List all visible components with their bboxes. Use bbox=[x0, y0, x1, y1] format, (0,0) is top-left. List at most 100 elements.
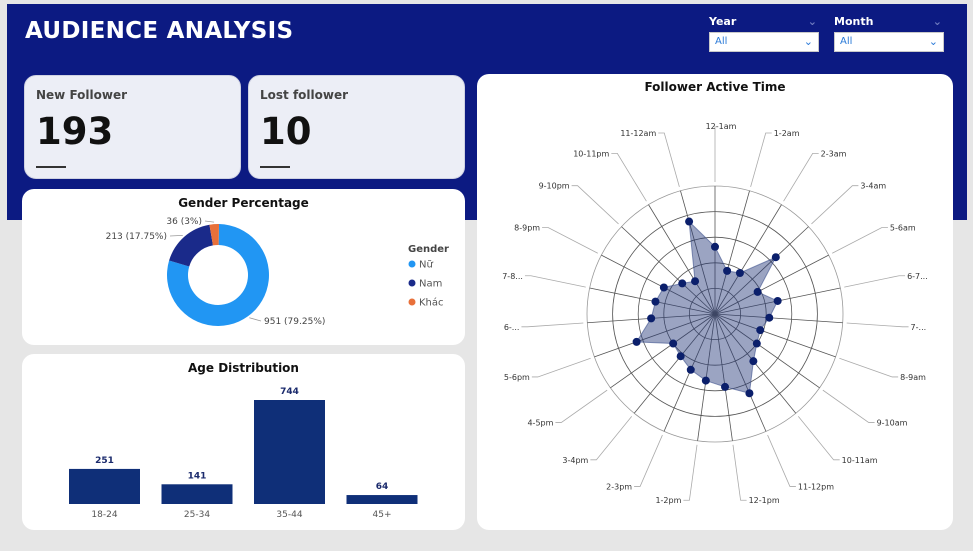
bar-18-24 bbox=[69, 468, 140, 504]
radar-label-leader bbox=[732, 444, 747, 501]
radar-category-label: 10-11am bbox=[842, 456, 878, 465]
year-dropdown[interactable]: All ⌄ bbox=[709, 32, 819, 52]
kpi-underline bbox=[36, 166, 66, 168]
radar-label-leader bbox=[844, 275, 906, 288]
x-tick-label: 35-44 bbox=[276, 510, 302, 520]
legend-marker bbox=[408, 260, 416, 268]
radar-label-leader bbox=[531, 357, 591, 378]
chevron-down-icon[interactable]: ⌄ bbox=[933, 14, 942, 30]
radar-category-label: 11-12pm bbox=[798, 482, 834, 491]
radar-category-label: 2-3am bbox=[821, 149, 847, 158]
new-follower-value: 193 bbox=[36, 110, 114, 153]
radar-category-label: 10-11pm bbox=[573, 149, 609, 158]
year-dropdown-value: All bbox=[715, 36, 728, 47]
data-label: 36 (3%) bbox=[166, 217, 202, 227]
dropdown-arrow-icon[interactable]: ⌄ bbox=[804, 33, 813, 51]
page-title: AUDIENCE ANALYSIS bbox=[25, 18, 294, 44]
radar-category-label: 12-1pm bbox=[749, 496, 780, 505]
legend-title: Gender bbox=[408, 244, 449, 255]
year-slicer[interactable]: Year ⌄ All ⌄ bbox=[709, 14, 819, 52]
month-slicer[interactable]: Month ⌄ All ⌄ bbox=[834, 14, 944, 52]
radar-category-label: 9-10pm bbox=[539, 182, 570, 191]
radar-point bbox=[678, 279, 687, 288]
legend-label: Nam bbox=[419, 279, 442, 290]
radar-label-leader bbox=[767, 434, 796, 487]
radar-point bbox=[721, 382, 730, 391]
year-slicer-label: Year bbox=[709, 15, 737, 28]
radar-category-label: 11-12am bbox=[620, 129, 656, 138]
legend-label: Khác bbox=[419, 297, 444, 309]
radar-point bbox=[701, 376, 710, 385]
radar-category-label: 1-2am bbox=[774, 129, 800, 138]
radar-label-leader bbox=[839, 357, 899, 378]
kpi-underline bbox=[260, 166, 290, 168]
bar-value-label: 744 bbox=[280, 387, 299, 397]
radar-point bbox=[685, 217, 694, 226]
radar-category-label: 4-5pm bbox=[527, 418, 553, 427]
radar-point bbox=[691, 277, 700, 286]
dropdown-arrow-icon[interactable]: ⌄ bbox=[929, 33, 938, 51]
new-follower-card: New Follower 193 bbox=[24, 75, 241, 179]
radar-category-label: 3-4pm bbox=[562, 456, 588, 465]
radar-label-leader bbox=[542, 227, 598, 254]
radar-label-leader bbox=[783, 152, 819, 202]
lost-follower-label: Lost follower bbox=[260, 88, 349, 102]
radar-category-label: 3-4am bbox=[860, 182, 886, 191]
data-label: 951 (79.25%) bbox=[264, 317, 325, 327]
age-bar-chart: 251 18-24 141 25-34 744 35-44 64 45+ bbox=[69, 387, 418, 520]
radar-point bbox=[686, 365, 695, 374]
radar-label-leader bbox=[555, 389, 608, 423]
active-time-radar-chart: 12-1am 1-2am 2-3am 3-4am 5-6am 6-7... 7-... 8-9… bbox=[502, 122, 928, 505]
radar-label-leader bbox=[521, 322, 584, 328]
radar-point bbox=[753, 287, 762, 296]
legend-marker bbox=[408, 279, 416, 287]
radar-category-label: 5-6am bbox=[890, 224, 916, 233]
radar-label-leader bbox=[634, 434, 663, 487]
lost-follower-value: 10 bbox=[260, 110, 312, 153]
x-tick-label: 25-34 bbox=[184, 510, 210, 520]
radar-label-leader bbox=[683, 444, 698, 501]
radar-label-leader bbox=[846, 322, 909, 328]
radar-point bbox=[735, 268, 744, 277]
age-distribution-card: Age Distribution 251 18-24 141 25-34 744 35-4… bbox=[22, 354, 465, 530]
radar-point bbox=[651, 297, 660, 306]
x-tick-label: 45+ bbox=[373, 510, 392, 520]
lost-follower-card: Lost follower 10 bbox=[248, 75, 465, 179]
follower-active-time-card: Follower Active Time 12-1am 1-2am 2-3am 3-4… bbox=[477, 74, 953, 530]
radar-point bbox=[647, 314, 656, 323]
radar-category-label: 1-2pm bbox=[655, 496, 681, 505]
radar-point bbox=[749, 357, 758, 366]
radar-category-label: 8-9pm bbox=[514, 224, 540, 233]
radar-series-area bbox=[635, 220, 779, 394]
data-label: 213 (17.75%) bbox=[106, 232, 167, 242]
radar-category-label: 5-6pm bbox=[504, 373, 530, 382]
new-follower-label: New Follower bbox=[36, 88, 128, 102]
radar-category-label: 9-10am bbox=[877, 418, 908, 427]
radar-point bbox=[711, 242, 719, 251]
gender-donut-chart: 951 (79.25%) 213 (17.75%) 36 (3%) Gender Nữ N… bbox=[106, 217, 449, 327]
bar-35-44 bbox=[254, 400, 325, 504]
donut-slice-nam bbox=[169, 224, 213, 267]
radar-label-leader bbox=[811, 185, 859, 225]
radar-point bbox=[669, 339, 678, 348]
radar-label-leader bbox=[611, 152, 647, 202]
radar-category-label: 6-... bbox=[504, 323, 520, 332]
data-label-leader bbox=[169, 234, 183, 237]
gender-percentage-card: Gender Percentage 951 (79.25%) 213 (17.75… bbox=[22, 189, 465, 345]
bar-value-label: 251 bbox=[95, 456, 114, 466]
data-label-leader bbox=[249, 317, 262, 322]
bar-value-label: 64 bbox=[376, 482, 389, 492]
radar-point bbox=[745, 389, 754, 398]
radar-category-label: 2-3pm bbox=[606, 482, 632, 491]
radar-label-leader bbox=[524, 275, 586, 288]
radar-category-label: 7-... bbox=[911, 323, 927, 332]
radar-point bbox=[659, 283, 668, 292]
legend-label: Nữ bbox=[419, 260, 433, 271]
radar-point bbox=[632, 337, 641, 346]
month-dropdown-value: All bbox=[840, 36, 853, 47]
radar-label-leader bbox=[750, 132, 772, 188]
radar-point bbox=[765, 313, 774, 322]
chevron-down-icon[interactable]: ⌄ bbox=[808, 14, 817, 30]
x-tick-label: 18-24 bbox=[91, 510, 117, 520]
month-dropdown[interactable]: All ⌄ bbox=[834, 32, 944, 52]
